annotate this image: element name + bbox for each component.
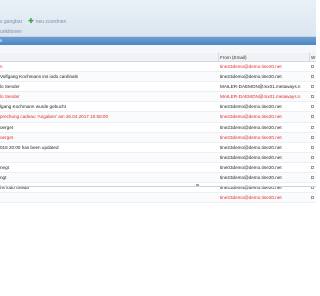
row-w: D [311, 195, 315, 201]
column-separator[interactable] [309, 53, 310, 61]
table-row[interactable]: tine23demo@demo.tine20.net D [0, 152, 316, 163]
band-marker: s [0, 38, 3, 43]
table-row[interactable]: lo Sender MAILER-DAEMON@mx01.metaways.n D [0, 92, 316, 103]
row-subject: 018 20:00 has been updated [0, 144, 59, 150]
table-row[interactable]: lo Sender MAILER-DAEMON@mx01.metaways.n D [0, 82, 316, 93]
row-from: tine23demo@demo.tine20.net [220, 144, 282, 150]
table-row[interactable]: oerget tine23demo@demo.tine20.net D [0, 132, 316, 143]
row-subject: ngt [0, 175, 7, 181]
toolbar-functions-link[interactable]: unktionen [0, 29, 22, 35]
row-w: D [311, 94, 315, 100]
row-w: D [311, 175, 315, 181]
row-from: tine23demo@demo.tine20.net [220, 124, 282, 130]
row-w: D [311, 154, 315, 160]
row-from: tine23demo@demo.tine20.net [220, 195, 282, 201]
row-subject: lo Sender [0, 94, 20, 100]
message-list: n tine23demo@demo.tine20.net D Volfgang Koc… [0, 62, 316, 204]
table-row[interactable]: lgang Kochmann wurde gebucht tine23demo@d… [0, 102, 316, 113]
row-from: tine23demo@demo.tine20.net [220, 64, 282, 69]
row-subject: negt [0, 164, 9, 170]
toolbar-row-actions: s gangbar ✚ neu zuordnen [0, 18, 66, 26]
toolbar-row-functions: unktionen [0, 28, 22, 35]
row-from: tine23demo@demo.tine20.net [220, 104, 282, 110]
toolbar-action-link[interactable]: s gangbar [0, 19, 22, 25]
row-w: D [311, 114, 315, 120]
table-row[interactable]: n tine23demo@demo.tine20.net D [0, 62, 316, 73]
grid-bottom-border [0, 186, 316, 187]
row-subject: prechung cadeau 'Angaben' am 26.04.2017 … [0, 114, 109, 120]
row-subject: oerget [0, 124, 14, 130]
row-w: D [311, 134, 315, 140]
row-subject: n [0, 64, 3, 69]
section-band: s [0, 37, 316, 45]
table-row[interactable]: ngt tine23demo@demo.tine20.net D [0, 173, 316, 184]
row-from: tine23demo@demo.tine20.net [220, 175, 282, 181]
plus-icon[interactable]: ✚ [28, 18, 33, 26]
table-row[interactable]: oerget tine23demo@demo.tine20.net D [0, 123, 316, 133]
row-from: tine23demo@demo.tine20.net [220, 154, 282, 160]
row-subject: lo Sender [0, 84, 20, 90]
table-row[interactable]: negt tine03demo@demo.tine20.net D [0, 163, 316, 174]
table-row[interactable]: tine23demo@demo.tine20.net D [0, 193, 316, 204]
table-row[interactable]: hs iodo cleisia tine23demo@demo.tine20.ne… [0, 183, 316, 194]
row-from: tine23demo@demo.tine20.net [220, 114, 282, 120]
toolbar-add-button[interactable]: neu zuordnen [36, 19, 67, 25]
scroll-indicator[interactable] [196, 184, 199, 186]
row-subject: oerget [0, 134, 14, 140]
row-from: MAILER-DAEMON@mx01.metaways.n [220, 84, 301, 90]
row-w: D [311, 104, 315, 110]
row-w: D [311, 164, 315, 170]
table-row[interactable]: Volfgang Kochmann ins iodo cardinals tine… [0, 72, 316, 83]
row-w: D [311, 144, 315, 150]
column-header-w[interactable]: W [311, 55, 315, 60]
column-header-from[interactable]: From (Email) [220, 55, 247, 60]
row-w: D [311, 74, 315, 80]
row-from: tine03demo@demo.tine20.net [220, 164, 282, 170]
row-w: D [311, 84, 315, 90]
row-from: tine23demo@demo.tine20.net [220, 74, 282, 80]
row-w: D [311, 124, 315, 130]
row-from: tine23demo@demo.tine20.net [220, 134, 282, 140]
column-separator[interactable] [218, 53, 219, 61]
row-subject: lgang Kochmann wurde gebucht [0, 104, 66, 110]
table-row[interactable]: prechung cadeau 'Angaben' am 26.04.2017 … [0, 112, 316, 123]
row-from: MAILER-DAEMON@mx01.metaways.n [220, 94, 301, 100]
table-row[interactable]: 018 20:00 has been updated tine23demo@dem… [0, 143, 316, 153]
row-w: D [311, 64, 315, 69]
row-subject: Volfgang Kochmann ins iodo cardinals [0, 74, 78, 80]
email-toolbar: s gangbar ✚ neu zuordnen unktionen [0, 0, 316, 37]
grid-header: From (Email) W [0, 53, 316, 62]
